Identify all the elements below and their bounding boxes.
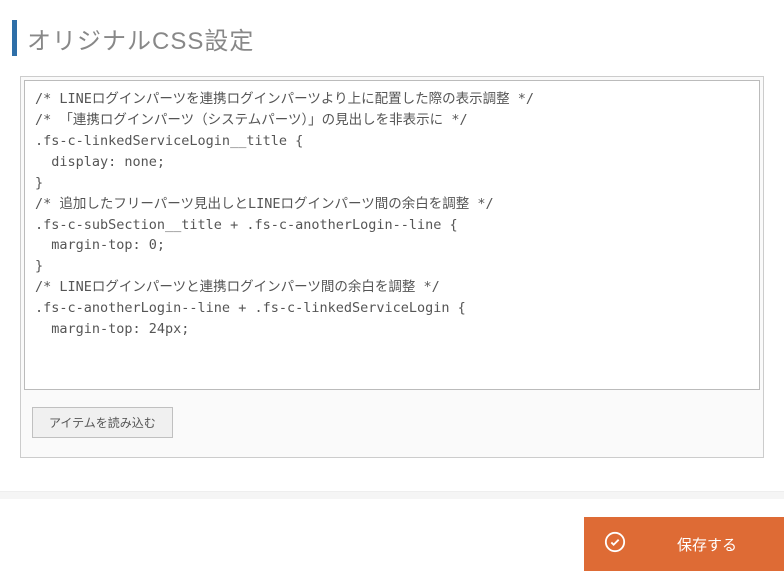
header-accent-bar — [12, 20, 17, 56]
page-header: オリジナルCSS設定 — [0, 0, 784, 76]
content-area: アイテムを読み込む — [0, 76, 784, 458]
css-editor-container: アイテムを読み込む — [20, 76, 764, 458]
load-item-button[interactable]: アイテムを読み込む — [32, 407, 173, 438]
footer-region: 保存する — [0, 491, 784, 571]
check-circle-icon — [604, 531, 626, 557]
editor-toolbar: アイテムを読み込む — [24, 395, 760, 454]
page-title: オリジナルCSS設定 — [27, 21, 254, 56]
css-textarea[interactable] — [24, 80, 760, 390]
section-divider — [0, 491, 784, 499]
save-bar: 保存する — [0, 499, 784, 571]
save-button-label: 保存する — [660, 534, 754, 555]
save-button[interactable]: 保存する — [584, 517, 784, 571]
